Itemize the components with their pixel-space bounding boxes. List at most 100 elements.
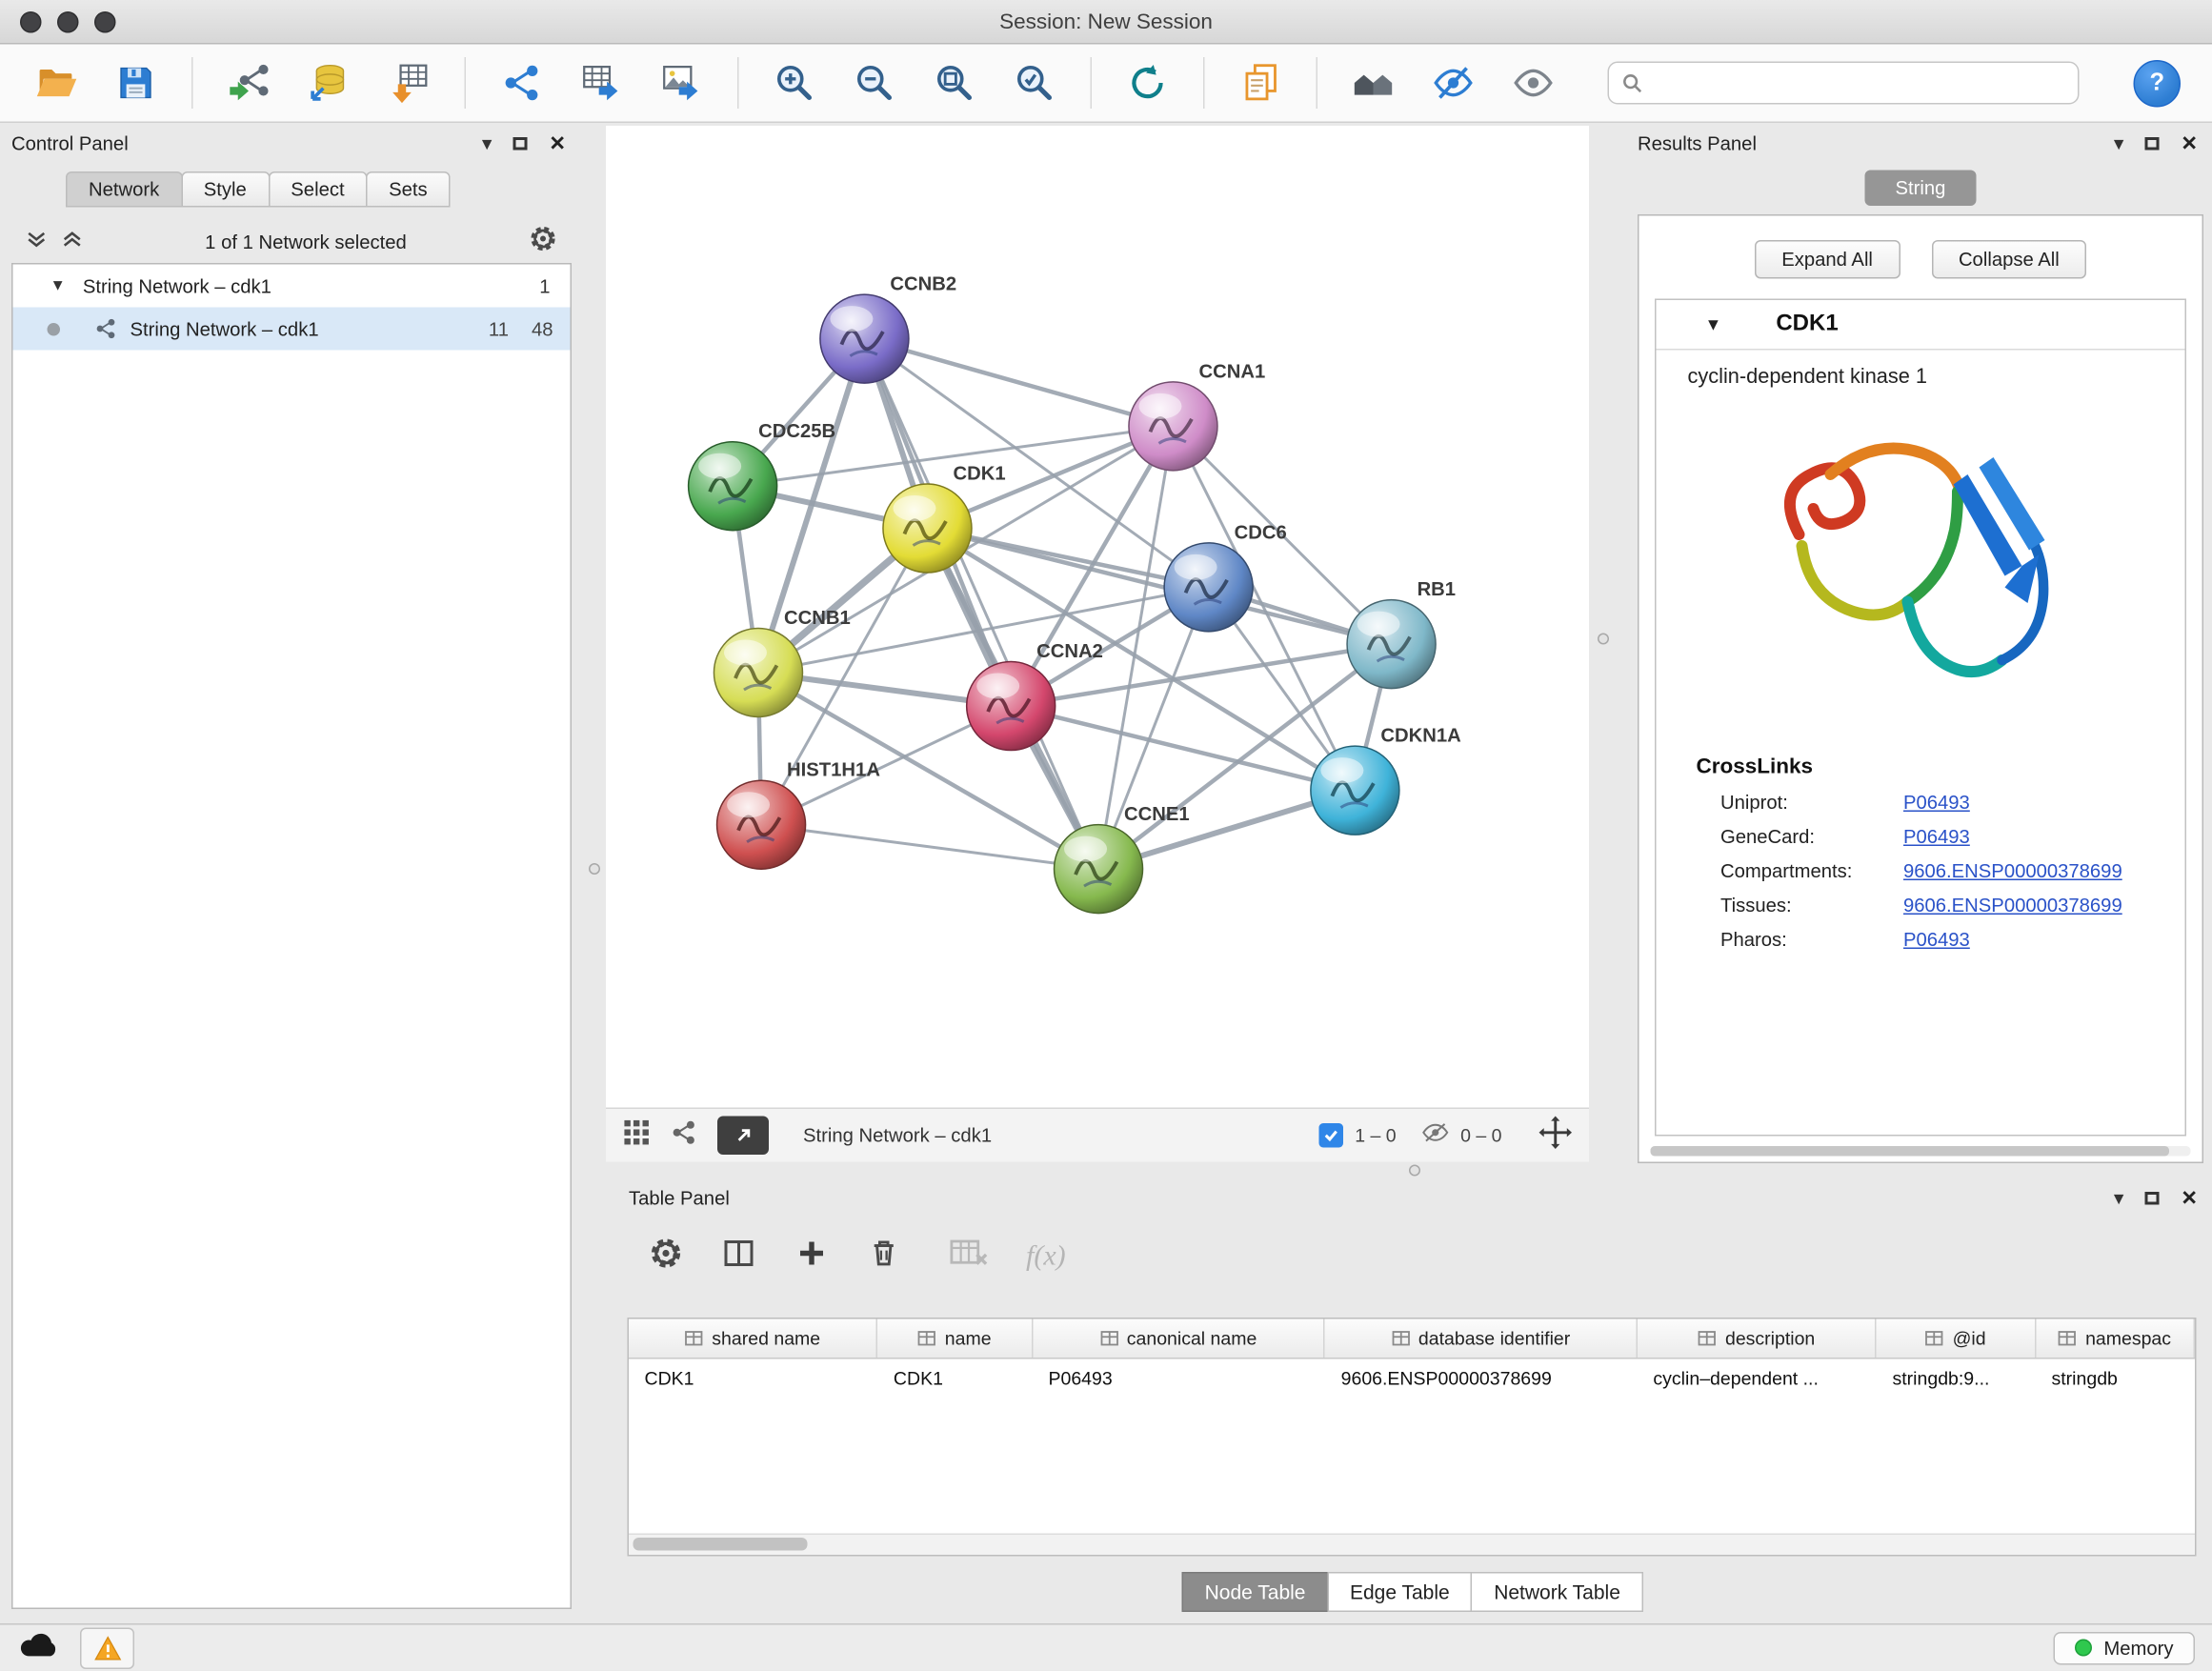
column-header-canonical-name[interactable]: canonical name [1033, 1319, 1325, 1359]
import-table-button[interactable] [385, 59, 433, 108]
column-header--id[interactable]: @id [1877, 1319, 2036, 1359]
crosslink-link[interactable]: 9606.ENSP00000378699 [1903, 895, 2122, 916]
tab-style[interactable]: Style [181, 171, 270, 208]
column-header-name[interactable]: name [877, 1319, 1032, 1359]
column-header-namespac[interactable]: namespac [2036, 1319, 2195, 1359]
birdseye-grid-icon[interactable] [623, 1118, 651, 1153]
crosslink-link[interactable]: P06493 [1903, 792, 1970, 814]
save-session-button[interactable] [111, 59, 160, 108]
panel-close-icon[interactable]: ✕ [549, 133, 566, 153]
houses-icon[interactable] [1349, 59, 1398, 108]
selected-nodes-checkbox-icon[interactable] [1319, 1123, 1344, 1148]
warnings-button[interactable] [80, 1627, 134, 1669]
network-node-HIST1H1A[interactable]: HIST1H1A [717, 760, 881, 870]
network-options-gear-icon[interactable] [529, 225, 557, 261]
panel-float-icon[interactable] [2145, 136, 2160, 150]
pan-crosshair-icon[interactable] [1539, 1116, 1573, 1156]
status-bar: Memory [0, 1623, 2212, 1671]
search-box[interactable] [1608, 62, 2080, 105]
tree-expand-caret-icon[interactable]: ▼ [50, 277, 66, 294]
panel-close-icon[interactable]: ✕ [2181, 1188, 2198, 1208]
cloud-icon[interactable] [17, 1629, 60, 1666]
hide-graphics-details-button[interactable] [1429, 59, 1478, 108]
column-header-description[interactable]: description [1638, 1319, 1877, 1359]
panel-menu-caret-icon[interactable]: ▾ [482, 133, 493, 153]
panel-float-icon[interactable] [2145, 1191, 2160, 1204]
network-graph[interactable]: CCNB2CCNA1CDC25BCDK1CDC6RB1CCNB1CCNA2CDK… [606, 126, 1589, 1108]
minimize-window-button[interactable] [57, 11, 79, 33]
panel-menu-caret-icon[interactable]: ▾ [2114, 1188, 2124, 1208]
open-in-new-window-button[interactable] [717, 1117, 769, 1156]
help-button[interactable]: ? [2134, 59, 2182, 107]
search-input[interactable] [1654, 70, 2065, 95]
expand-all-networks-icon[interactable] [62, 228, 84, 256]
splitter-handle[interactable] [589, 863, 600, 875]
splitter-handle[interactable] [1598, 634, 1609, 645]
tab-network-table[interactable]: Network Table [1471, 1572, 1643, 1612]
panel-menu-caret-icon[interactable]: ▾ [2114, 133, 2124, 153]
table-horizontal-scrollbar[interactable] [629, 1534, 2195, 1556]
network-node-CCNA1[interactable]: CCNA1 [1129, 361, 1265, 470]
hidden-items-eye-slash-icon[interactable] [1422, 1121, 1450, 1150]
expand-all-button[interactable]: Expand All [1755, 240, 1900, 279]
publication-document-button[interactable] [1237, 59, 1285, 108]
open-session-button[interactable] [31, 59, 80, 108]
entry-expand-caret-icon[interactable]: ▼ [1705, 314, 1722, 334]
panel-close-icon[interactable]: ✕ [2181, 133, 2198, 153]
zoom-out-button[interactable] [851, 59, 899, 108]
zoom-in-button[interactable] [771, 59, 819, 108]
gene-entry-header[interactable]: ▼ CDK1 [1657, 300, 2185, 351]
network-edge[interactable] [864, 339, 1098, 869]
show-columns-icon[interactable] [722, 1236, 756, 1278]
network-node-CDK1[interactable]: CDK1 [883, 464, 1006, 574]
close-window-button[interactable] [20, 11, 42, 33]
column-header-database-identifier[interactable]: database identifier [1325, 1319, 1638, 1359]
network-edge[interactable] [864, 339, 1173, 427]
tab-string[interactable]: String [1865, 171, 1977, 207]
delete-column-trash-icon[interactable] [868, 1237, 901, 1277]
tab-select[interactable]: Select [268, 171, 367, 208]
network-selected-status: 1 of 1 Network selected [83, 232, 529, 253]
panel-float-icon[interactable] [513, 136, 528, 150]
network-row-selected[interactable]: String Network – cdk1 11 48 [13, 308, 571, 351]
results-horizontal-scrollbar[interactable] [1651, 1146, 2191, 1157]
node-label: CCNE1 [1124, 804, 1190, 825]
table-row[interactable]: CDK1CDK1P064939606.ENSP00000378699cyclin… [629, 1359, 2195, 1399]
splitter-handle[interactable] [1409, 1165, 1420, 1177]
tab-sets[interactable]: Sets [366, 171, 451, 208]
network-node-CCNB2[interactable]: CCNB2 [820, 274, 956, 383]
table-cell: 9606.ENSP00000378699 [1325, 1368, 1638, 1390]
network-collection-row[interactable]: ▼ String Network – cdk1 1 [13, 265, 571, 308]
memory-button[interactable]: Memory [2054, 1632, 2195, 1665]
crosslink-link[interactable]: 9606.ENSP00000378699 [1903, 860, 2122, 882]
zoom-fit-button[interactable] [931, 59, 979, 108]
import-network-database-button[interactable] [305, 59, 353, 108]
results-panel: Results Panel ▾ ✕ String Expand All Coll… [1638, 126, 2203, 1163]
create-column-plus-icon[interactable] [794, 1236, 829, 1278]
crosslink-link[interactable]: P06493 [1903, 826, 1970, 848]
node-table: shared namenamecanonical namedatabase id… [628, 1318, 2197, 1557]
network-edge[interactable] [761, 825, 1098, 869]
tab-node-table[interactable]: Node Table [1182, 1572, 1329, 1612]
new-network-button[interactable] [497, 59, 546, 108]
crosslink-link[interactable]: P06493 [1903, 929, 1970, 951]
tab-edge-table[interactable]: Edge Table [1327, 1572, 1473, 1612]
zoom-window-button[interactable] [94, 11, 116, 33]
collapse-all-networks-icon[interactable] [26, 228, 48, 256]
show-graphics-details-button[interactable] [1509, 59, 1558, 108]
apply-layout-button[interactable] [1123, 59, 1172, 108]
network-node-CDKN1A[interactable]: CDKN1A [1311, 726, 1461, 835]
network-view-title: String Network – cdk1 [803, 1125, 992, 1147]
crosslink-row: Uniprot:P06493 [1657, 792, 2185, 814]
network-share-icon[interactable] [671, 1118, 698, 1153]
export-table-button[interactable] [577, 59, 626, 108]
table-settings-gear-icon[interactable] [649, 1236, 683, 1278]
network-node-RB1[interactable]: RB1 [1347, 579, 1456, 689]
collapse-all-button[interactable]: Collapse All [1931, 240, 2086, 279]
column-header-shared-name[interactable]: shared name [629, 1319, 877, 1359]
zoom-selected-button[interactable] [1011, 59, 1059, 108]
tab-network[interactable]: Network [66, 171, 182, 208]
network-view-canvas[interactable]: CCNB2CCNA1CDC25BCDK1CDC6RB1CCNB1CCNA2CDK… [606, 126, 1589, 1108]
import-network-file-button[interactable] [225, 59, 273, 108]
export-image-button[interactable] [657, 59, 706, 108]
